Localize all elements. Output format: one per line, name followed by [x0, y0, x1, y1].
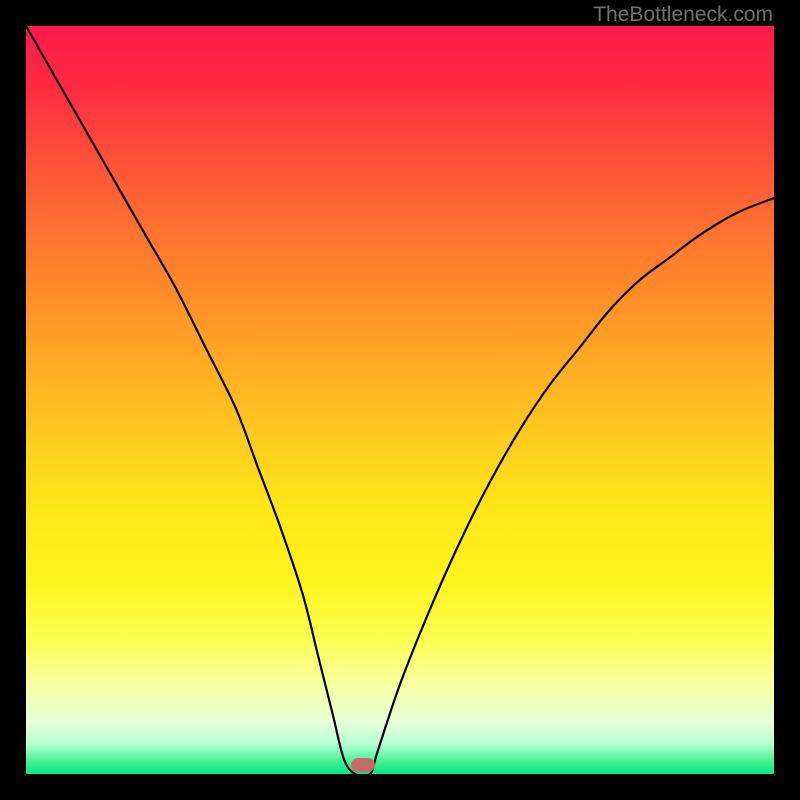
bottleneck-curve-path	[26, 26, 774, 774]
chart-curve-svg	[26, 26, 774, 774]
watermark-text: TheBottleneck.com	[593, 3, 773, 27]
bottleneck-chart	[26, 26, 774, 774]
optimal-point-marker	[351, 758, 375, 772]
